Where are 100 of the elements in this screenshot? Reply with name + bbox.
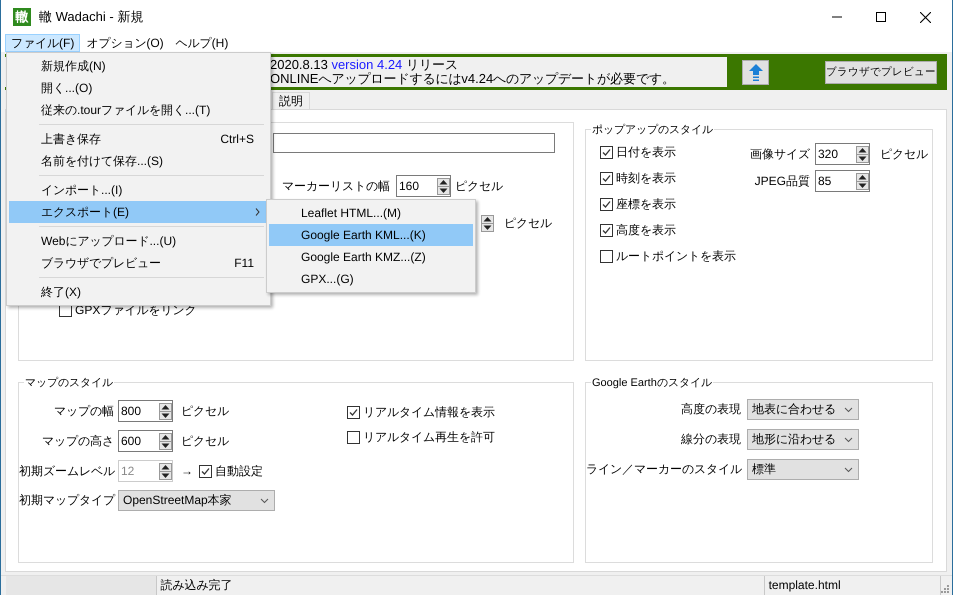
dropdown-value: 地形に沿わせる xyxy=(752,431,836,448)
text-field[interactable] xyxy=(273,133,555,153)
unit-label: ピクセル xyxy=(181,402,229,420)
version-link[interactable]: version 4.24 xyxy=(331,57,402,72)
spin-arrows-icon xyxy=(159,432,172,450)
spin-arrows-icon xyxy=(159,462,172,480)
checkbox-label: 時刻を表示 xyxy=(616,170,676,187)
group-title: マップのスタイル xyxy=(24,376,114,390)
unit-label: ピクセル xyxy=(181,432,229,450)
menu-item[interactable]: ファイル(F) xyxy=(5,34,80,52)
menu-item-label: ブラウザでプレビュー xyxy=(41,254,161,272)
app-icon: 轍 xyxy=(13,8,31,26)
unit-label: ピクセル xyxy=(455,178,503,194)
checkbox-label: 座標を表示 xyxy=(616,196,676,213)
menu-item[interactable]: 新規作成(N) xyxy=(9,55,268,77)
shortcut-label: F11 xyxy=(234,256,254,270)
menu-item[interactable]: 開く...(O) xyxy=(9,77,268,99)
check-icon xyxy=(601,199,612,210)
spin-value: 600 xyxy=(121,434,142,448)
close-icon[interactable] xyxy=(920,12,931,22)
spin-value: 160 xyxy=(399,179,420,193)
checkbox[interactable] xyxy=(600,198,613,211)
checkbox[interactable] xyxy=(347,431,360,444)
menu-item[interactable]: GPX...(G) xyxy=(269,268,473,290)
checkbox[interactable] xyxy=(347,406,360,419)
spin-field[interactable]: 160 xyxy=(396,175,451,197)
menu-item[interactable]: Webにアップロード...(U) xyxy=(9,230,268,252)
unit-label: ピクセル xyxy=(880,146,928,162)
checkbox-label: リアルタイム再生を許可 xyxy=(363,429,495,446)
spin-value: 800 xyxy=(121,404,142,418)
check-icon xyxy=(601,147,612,158)
dropdown[interactable]: 標準 xyxy=(747,459,859,480)
check-icon xyxy=(200,466,211,476)
field-label: ライン／マーカーのスタイル xyxy=(586,461,741,478)
spin-field[interactable]: 320 xyxy=(815,143,870,165)
dropdown[interactable]: 地表に合わせる xyxy=(747,399,859,420)
field-label: マーカーリストの幅 xyxy=(282,178,390,194)
chevron-right-icon xyxy=(255,208,260,216)
menu-item[interactable]: オプション(O) xyxy=(80,34,170,52)
menu-item[interactable]: 名前を付けて保存...(S) xyxy=(9,150,268,172)
menu-item[interactable]: エクスポート(E) xyxy=(9,201,268,223)
dropdown-value: 地表に合わせる xyxy=(752,401,836,418)
checkbox-label: 日付を表示 xyxy=(616,144,676,161)
spin-value: 320 xyxy=(818,147,838,161)
spin-value: 12 xyxy=(121,464,134,478)
unit-label: ピクセル xyxy=(504,214,552,232)
spin-field[interactable]: 800 xyxy=(118,400,173,422)
field-label: 初期マップタイプ xyxy=(19,492,114,509)
checkbox[interactable] xyxy=(600,224,613,237)
menu-item[interactable]: ブラウザでプレビュー F11 xyxy=(9,252,268,274)
checkbox[interactable] xyxy=(600,250,613,263)
menu-item[interactable]: 従来の.tourファイルを開く...(T) xyxy=(9,99,268,121)
menu-item[interactable]: 終了(X) xyxy=(9,281,268,303)
menu-item[interactable]: Google Earth KMZ...(Z) xyxy=(269,246,473,268)
group-title: ポップアップのスタイル xyxy=(591,122,714,137)
checkbox[interactable] xyxy=(600,146,613,159)
shortcut-label: Ctrl+S xyxy=(220,132,254,146)
check-icon xyxy=(601,225,612,236)
status-text: template.html xyxy=(764,576,942,595)
menu-item[interactable]: Google Earth KML...(K) xyxy=(269,224,473,246)
checkbox-label: リアルタイム情報を表示 xyxy=(363,404,495,421)
preview-button[interactable]: ブラウザでプレビュー xyxy=(825,60,937,84)
spin-field[interactable]: 85 xyxy=(815,170,870,192)
upload-button[interactable] xyxy=(742,60,769,84)
menu-item[interactable]: 上書き保存 Ctrl+S xyxy=(9,128,268,150)
checkbox-label: ルートポイントを表示 xyxy=(616,248,736,265)
chevron-down-icon xyxy=(260,498,269,504)
field-label: 高度の表現 xyxy=(680,401,741,418)
field-label: マップの高さ xyxy=(41,432,114,450)
dropdown-value: OpenStreetMap本家 xyxy=(123,492,232,509)
spin-arrows-icon xyxy=(856,172,869,190)
maximize-icon[interactable] xyxy=(876,12,886,22)
checkbox[interactable] xyxy=(600,172,613,185)
spin-arrows-icon xyxy=(856,146,869,162)
field-label: 初期ズームレベル xyxy=(19,462,114,480)
menu-item-label: エクスポート(E) xyxy=(41,204,129,220)
field-label: JPEG品質 xyxy=(754,172,810,190)
spin-field[interactable]: 600 xyxy=(118,430,173,452)
menu-item-label: 上書き保存 xyxy=(41,130,101,148)
tab[interactable]: 説明 xyxy=(272,92,310,109)
menu-item[interactable]: インポート...(I) xyxy=(9,179,268,201)
menu-item[interactable]: ヘルプ(H) xyxy=(170,34,234,52)
spin-arrows-icon xyxy=(437,178,450,194)
window-title: 轍 Wadachi - 新規 xyxy=(39,8,144,26)
checkbox-label: 高度を表示 xyxy=(616,222,676,239)
field-label: マップの幅 xyxy=(53,402,114,420)
dropdown[interactable]: 地形に沿わせる xyxy=(747,429,859,450)
field-label: 画像サイズ xyxy=(750,146,810,162)
checkbox-label: 自動設定 xyxy=(215,462,263,480)
spin-arrows-icon xyxy=(481,214,494,232)
field-label: 線分の表現 xyxy=(680,431,741,448)
check-icon xyxy=(348,407,359,418)
chevron-down-icon xyxy=(844,436,853,442)
spin-arrows-icon xyxy=(159,402,172,420)
chevron-down-icon xyxy=(844,406,853,412)
chevron-down-icon xyxy=(844,466,853,472)
menu-item[interactable]: Leaflet HTML...(M) xyxy=(269,202,473,224)
group-title: Google Earthのスタイル xyxy=(591,376,713,390)
status-text: 読み込み完了 xyxy=(156,576,765,595)
dropdown[interactable]: OpenStreetMap本家 xyxy=(118,490,275,511)
